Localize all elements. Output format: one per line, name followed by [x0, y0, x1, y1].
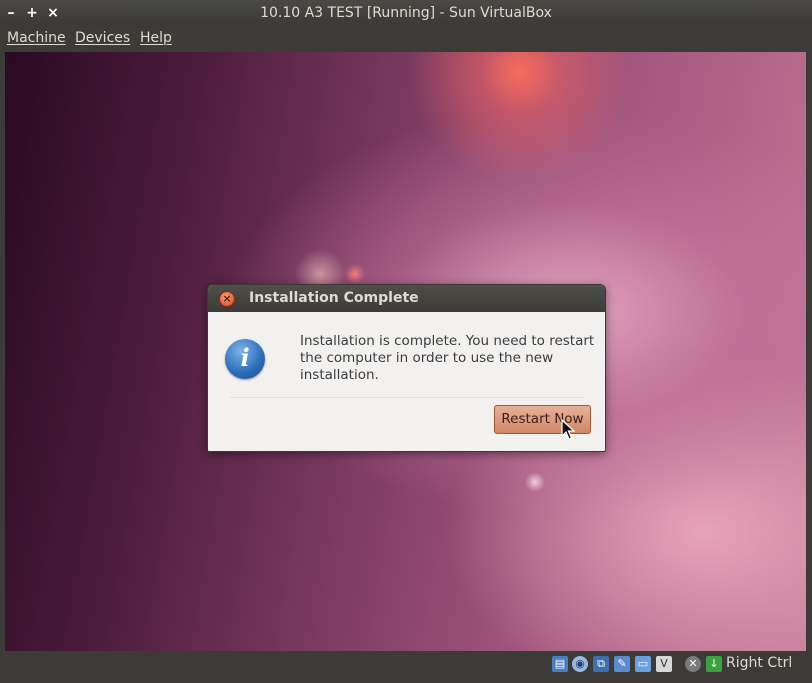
virtualization-icon[interactable]: V: [656, 656, 672, 672]
hard-disk-icon[interactable]: ▤: [552, 656, 568, 672]
optical-drive-icon[interactable]: ◉: [572, 656, 588, 672]
dialog-separator: [230, 397, 585, 398]
dialog-title: Installation Complete: [249, 290, 419, 306]
menu-machine[interactable]: Machine: [7, 30, 66, 46]
mouse-pointer-icon: [561, 419, 575, 440]
info-icon: i: [225, 339, 265, 379]
menu-devices[interactable]: Devices: [75, 30, 130, 46]
usb-icon[interactable]: ✎: [614, 656, 630, 672]
mouse-integration-icon[interactable]: ✕: [685, 656, 701, 672]
statusbar: ▤ ◉ ⧉ ✎ ▭ V ✕ ↓ Right Ctrl: [0, 651, 812, 683]
menu-help[interactable]: Help: [140, 30, 172, 46]
window-titlebar[interactable]: – + × 10.10 A3 TEST [Running] - Sun Virt…: [0, 0, 812, 27]
dialog-close-glyph: ×: [222, 292, 232, 305]
host-key-label: Right Ctrl: [726, 655, 793, 671]
dialog-close-icon[interactable]: ×: [219, 291, 235, 307]
dialog-titlebar[interactable]: × Installation Complete: [208, 285, 605, 312]
dialog-message: Installation is complete. You need to re…: [300, 333, 595, 383]
host-key-icon: ↓: [706, 656, 722, 672]
menubar: Machine Devices Help: [0, 27, 812, 51]
window-title: 10.10 A3 TEST [Running] - Sun VirtualBox: [260, 5, 552, 21]
restart-now-button[interactable]: Restart Now: [494, 405, 591, 434]
installation-complete-dialog: × Installation Complete i Installation i…: [207, 284, 606, 452]
shared-folders-icon[interactable]: ▭: [635, 656, 651, 672]
network-icon[interactable]: ⧉: [593, 656, 609, 672]
